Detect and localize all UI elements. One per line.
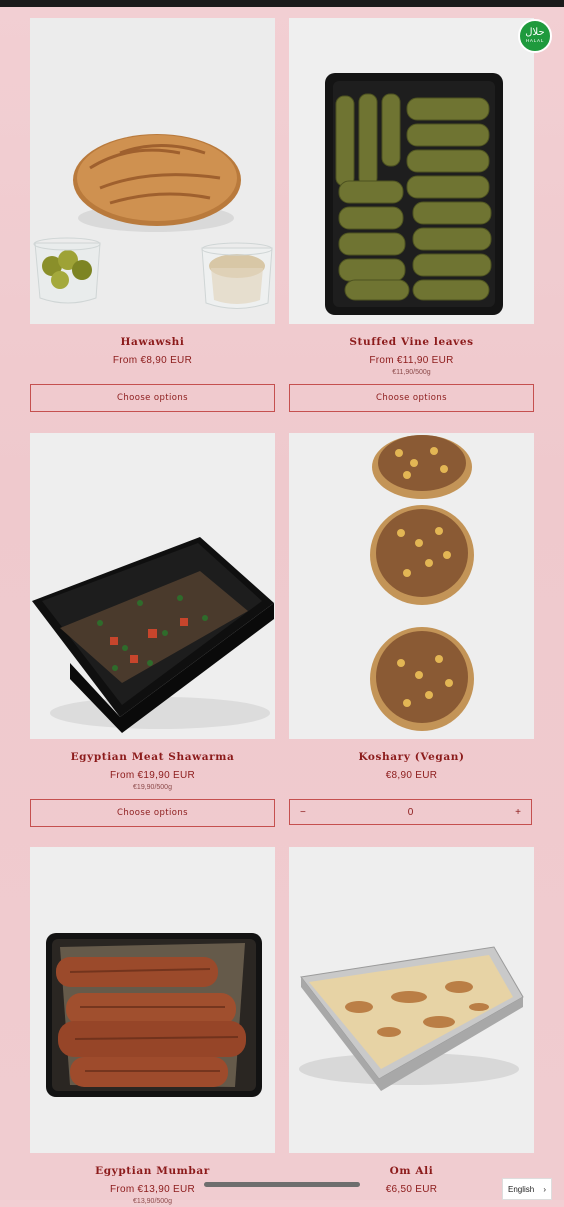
language-label: English xyxy=(508,1184,535,1194)
product-card-egyptian-mumbar[interactable]: Egyptian Mumbar From €13,90 EUR €13,90/5… xyxy=(30,847,275,1207)
chevron-right-icon: › xyxy=(543,1184,546,1194)
product-card-hawawshi[interactable]: Hawawshi From €8,90 EUR Choose options xyxy=(30,18,275,412)
product-price: From €8,90 EUR xyxy=(112,355,193,366)
halal-badge-latin: HALAL xyxy=(525,38,545,43)
quantity-value[interactable]: 0 xyxy=(408,807,414,818)
product-card-om-ali[interactable]: Om Ali €6,50 EUR xyxy=(289,847,534,1207)
product-card-stuffed-vine-leaves[interactable]: Stuffed Vine leaves From €11,90 EUR €11,… xyxy=(289,18,534,412)
product-price: From €19,90 EUR xyxy=(109,770,196,781)
product-unit-price: €13,90/500g xyxy=(133,1198,172,1205)
decrease-quantity-button[interactable]: − xyxy=(300,807,306,818)
product-image-stuffed-vine-leaves[interactable] xyxy=(289,18,534,324)
product-price: From €11,90 EUR xyxy=(369,355,454,366)
product-title[interactable]: Egyptian Meat Shawarma xyxy=(30,751,275,765)
product-unit-price xyxy=(30,369,275,378)
product-title[interactable]: Koshary (Vegan) xyxy=(289,751,534,765)
product-title[interactable]: Om Ali xyxy=(289,1165,534,1179)
top-status-bar xyxy=(0,0,564,7)
product-unit-price xyxy=(289,1198,534,1207)
halal-badge: حلال HALAL xyxy=(518,19,552,53)
product-unit-price: €11,90/500g xyxy=(392,369,431,376)
product-price: €8,90 EUR xyxy=(385,770,438,781)
choose-options-button[interactable]: Choose options xyxy=(30,384,275,412)
quantity-stepper: − 0 + xyxy=(289,799,532,825)
product-image-koshary-vegan[interactable] xyxy=(289,433,534,739)
increase-quantity-button[interactable]: + xyxy=(515,807,521,818)
product-card-egyptian-meat-shawarma[interactable]: Egyptian Meat Shawarma From €19,90 EUR €… xyxy=(30,433,275,827)
product-title[interactable]: Stuffed Vine leaves xyxy=(289,336,534,350)
product-title[interactable]: Egyptian Mumbar xyxy=(30,1165,275,1179)
product-unit-price: €19,90/500g xyxy=(133,784,172,791)
product-image-egyptian-meat-shawarma[interactable] xyxy=(30,433,275,739)
product-unit-price xyxy=(289,784,534,793)
product-card-koshary-vegan[interactable]: Koshary (Vegan) €8,90 EUR − 0 + xyxy=(289,433,534,825)
choose-options-button[interactable]: Choose options xyxy=(30,799,275,827)
choose-options-button[interactable]: Choose options xyxy=(289,384,534,412)
product-image-hawawshi[interactable] xyxy=(30,18,275,324)
product-title[interactable]: Hawawshi xyxy=(30,336,275,350)
language-selector[interactable]: English › xyxy=(502,1178,552,1200)
product-image-om-ali[interactable] xyxy=(289,847,534,1153)
product-image-egyptian-mumbar[interactable] xyxy=(30,847,275,1153)
halal-badge-arabic: حلال xyxy=(525,27,545,38)
home-indicator[interactable] xyxy=(204,1182,360,1187)
